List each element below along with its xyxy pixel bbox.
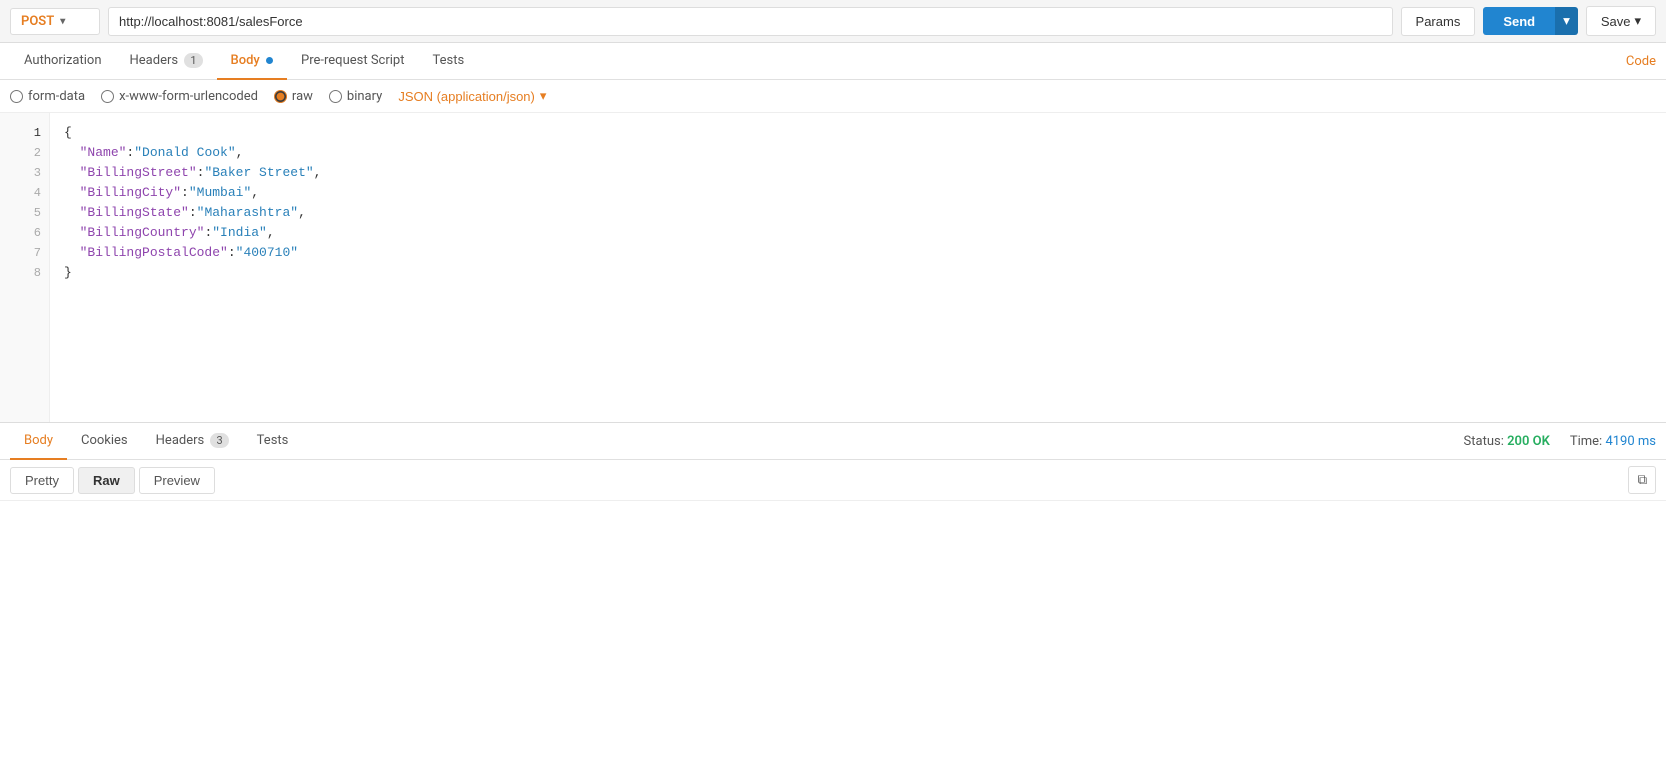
line-num-4: 4 [0,183,49,203]
resp-headers-badge: 3 [210,433,228,448]
headers-badge: 1 [184,53,202,68]
raw-option[interactable]: raw [274,89,313,104]
response-view-tabs: Pretty Raw Preview ⧉ [0,460,1666,501]
line-num-1: 1 [0,123,49,143]
raw-radio[interactable] [274,90,287,103]
resp-tab-headers[interactable]: Headers 3 [142,423,243,460]
code-link[interactable]: Code [1626,54,1656,69]
binary-option[interactable]: binary [329,89,382,104]
line-numbers: 1 2 3 4 5 6 7 8 [0,113,50,422]
code-editor[interactable]: { "Name":"Donald Cook", "BillingStreet":… [50,113,1666,422]
method-chevron-icon: ▾ [60,16,65,27]
form-data-option[interactable]: form-data [10,89,85,104]
time-label: Time: 4190 ms [1570,434,1656,449]
status-label: Status: 200 OK [1464,434,1550,449]
code-line-3: "BillingStreet":"Baker Street", [64,165,321,180]
line-num-7: 7 [0,243,49,263]
status-info: Status: 200 OK Time: 4190 ms [1464,434,1656,449]
send-button[interactable]: Send [1483,7,1555,35]
tab-pre-request-script[interactable]: Pre-request Script [287,43,418,80]
body-options: form-data x-www-form-urlencoded raw bina… [0,80,1666,113]
json-type-button[interactable]: JSON (application/json) ▾ [398,88,546,104]
form-data-radio[interactable] [10,90,23,103]
save-chevron-icon: ▾ [1634,13,1641,29]
resp-tab-cookies[interactable]: Cookies [67,423,142,460]
send-button-group: Send ▾ [1483,7,1578,35]
tab-authorization[interactable]: Authorization [10,43,116,80]
json-type-chevron-icon: ▾ [540,88,547,104]
code-line-4: "BillingCity":"Mumbai", [64,185,259,200]
binary-radio[interactable] [329,90,342,103]
line-num-6: 6 [0,223,49,243]
line-num-2: 2 [0,143,49,163]
status-value: 200 OK [1507,434,1550,449]
copy-button[interactable]: ⧉ [1628,466,1656,494]
view-pretty-button[interactable]: Pretty [10,467,74,494]
top-bar: POST ▾ Params Send ▾ Save ▾ [0,0,1666,43]
code-line-1: { [64,125,72,140]
method-label: POST [21,14,54,29]
save-button[interactable]: Save ▾ [1586,6,1656,36]
view-raw-button[interactable]: Raw [78,467,135,494]
line-num-8: 8 [0,263,49,283]
view-preview-button[interactable]: Preview [139,467,215,494]
resp-tab-tests[interactable]: Tests [243,423,303,460]
line-num-3: 3 [0,163,49,183]
urlencoded-radio[interactable] [101,90,114,103]
tab-tests[interactable]: Tests [418,43,478,80]
code-line-8: } [64,265,72,280]
line-num-5: 5 [0,203,49,223]
request-tabs: Authorization Headers 1 Body Pre-request… [0,43,1666,80]
urlencoded-option[interactable]: x-www-form-urlencoded [101,89,258,104]
url-input[interactable] [108,7,1393,36]
code-line-5: "BillingState":"Maharashtra", [64,205,306,220]
code-line-2: "Name":"Donald Cook", [64,145,243,160]
method-select[interactable]: POST ▾ [10,8,100,35]
resp-tab-body[interactable]: Body [10,423,67,460]
tab-headers[interactable]: Headers 1 [116,43,217,80]
body-dot [266,57,273,64]
time-value: 4190 ms [1605,434,1656,449]
code-line-7: "BillingPostalCode":"400710" [64,245,298,260]
editor-area: 1 2 3 4 5 6 7 8 { "Name":"Donald Cook", … [0,113,1666,423]
code-line-6: "BillingCountry":"India", [64,225,275,240]
response-body [0,501,1666,661]
tab-body[interactable]: Body [217,43,288,80]
send-dropdown-button[interactable]: ▾ [1555,7,1578,35]
response-tabs-bar: Body Cookies Headers 3 Tests Status: 200… [0,423,1666,460]
params-button[interactable]: Params [1401,7,1476,36]
